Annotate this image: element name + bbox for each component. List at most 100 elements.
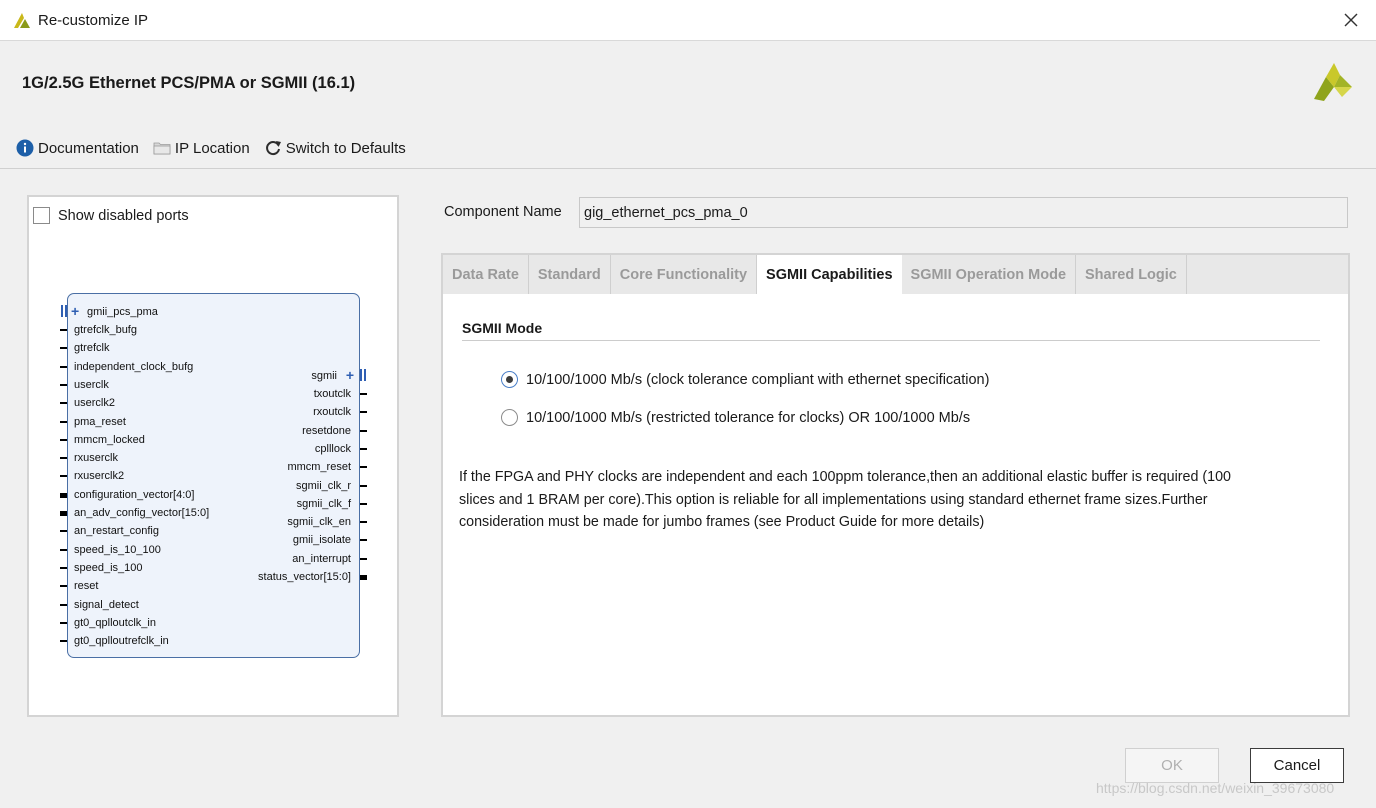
title-bar: Re-customize IP — [0, 0, 1376, 41]
radio-compliant-label: 10/100/1000 Mb/s (clock tolerance compli… — [526, 371, 990, 388]
port-pin — [60, 457, 67, 460]
ip-symbol-block: + gmii_pcs_pma gtrefclk_bufg gtrefclk indepe… — [60, 293, 367, 658]
port-pin — [60, 621, 67, 624]
port-label: gtrefclk — [74, 342, 110, 355]
tab-core-functionality[interactable]: Core Functionality — [611, 255, 758, 294]
port-pin — [60, 511, 67, 516]
documentation-button[interactable]: Documentation — [16, 139, 139, 157]
xilinx-brand-icon — [1314, 63, 1352, 101]
configuration-tabs: Data Rate Standard Core Functionality SG… — [441, 253, 1350, 717]
port-label: txoutclk — [313, 388, 351, 400]
port-pin — [60, 603, 67, 606]
port-label: signal_detect — [74, 598, 139, 611]
header-divider — [0, 168, 1376, 169]
port-label: speed_is_100 — [74, 561, 143, 574]
interface-bus-marker — [360, 369, 362, 381]
sgmii-capabilities-content: SGMII Mode 10/100/1000 Mb/s (clock toler… — [443, 294, 1348, 715]
port-pin — [360, 393, 367, 395]
port-pin — [60, 383, 67, 386]
radio-compliant[interactable] — [501, 371, 518, 388]
documentation-label: Documentation — [38, 139, 139, 157]
interface-port-label: gmii_pcs_pma — [87, 306, 158, 318]
tab-sgmii-operation-mode[interactable]: SGMII Operation Mode — [902, 255, 1077, 294]
port-label: an_interrupt — [292, 552, 351, 565]
port-label: reset — [74, 580, 99, 593]
section-divider — [462, 340, 1320, 341]
interface-bus-marker — [61, 305, 63, 317]
folder-icon — [153, 142, 171, 155]
component-name-label: Component Name — [444, 204, 562, 220]
expand-interface-icon[interactable]: + — [71, 304, 79, 318]
dialog-header: 1G/2.5G Ethernet PCS/PMA or SGMII (16.1)… — [0, 41, 1376, 168]
port-pin — [360, 447, 367, 450]
interface-bus-marker — [364, 369, 366, 381]
info-icon — [16, 139, 34, 157]
port-pin — [60, 566, 67, 569]
switch-to-defaults-button[interactable]: Switch to Defaults — [264, 139, 406, 157]
port-pin — [60, 402, 67, 405]
switch-to-defaults-label: Switch to Defaults — [285, 139, 406, 157]
tab-data-rate[interactable]: Data Rate — [443, 255, 529, 294]
component-name-input[interactable] — [579, 197, 1348, 228]
sgmii-mode-description: If the FPGA and PHY clocks are independe… — [459, 469, 1232, 530]
watermark: https://blog.csdn.net/weixin_39673080 — [1096, 780, 1335, 796]
ip-location-button[interactable]: IP Location — [153, 139, 250, 157]
port-label: gt0_qplloutclk_in — [74, 616, 156, 629]
ip-symbol-panel: Show disabled ports + gmii_pcs_pmagtrefcl… — [27, 195, 399, 717]
port-pin — [360, 557, 367, 560]
show-disabled-ports-checkbox[interactable] — [33, 207, 50, 224]
port-pin — [60, 585, 67, 588]
tab-shared-logic[interactable]: Shared Logic — [1076, 255, 1187, 294]
port-pin — [60, 420, 67, 423]
window-title: Re-customize IP — [38, 12, 149, 29]
interface-bus-marker — [65, 305, 67, 317]
port-label: speed_is_10_100 — [74, 543, 161, 556]
port-label: pma_reset — [74, 415, 126, 428]
interface-port-label: sgmii — [311, 370, 337, 382]
port-pin — [60, 640, 67, 643]
port-pin — [360, 429, 367, 432]
port-pin — [60, 530, 67, 533]
port-pin — [60, 329, 67, 331]
port-label: an_adv_config_vector[15:0] — [74, 507, 210, 519]
port-pin — [60, 475, 67, 478]
expand-interface-icon[interactable]: + — [346, 368, 354, 382]
port-label: userclk2 — [74, 397, 115, 410]
sgmii-mode-heading: SGMII Mode — [462, 320, 543, 336]
sgmii-mode-option-compliant[interactable]: 10/100/1000 Mb/s (clock tolerance compli… — [501, 371, 989, 388]
port-pin — [60, 492, 67, 498]
port-label: gt0_qplloutrefclk_in — [74, 635, 169, 648]
port-pin — [60, 548, 67, 551]
radio-restricted-label: 10/100/1000 Mb/s (restricted tolerance f… — [526, 409, 971, 426]
tab-standard[interactable]: Standard — [529, 255, 611, 294]
port-pin — [360, 521, 367, 524]
ip-title: 1G/2.5G Ethernet PCS/PMA or SGMII (16.1) — [22, 74, 356, 92]
port-label: rxuserclk2 — [74, 470, 125, 483]
port-label: cplllock — [314, 442, 351, 455]
port-pin — [360, 502, 367, 505]
port-pin — [360, 539, 367, 542]
tab-strip: Data Rate Standard Core Functionality SG… — [443, 255, 1348, 294]
radio-restricted[interactable] — [501, 409, 518, 426]
port-pin — [60, 365, 67, 368]
ip-location-label: IP Location — [174, 139, 250, 157]
port-pin — [60, 438, 67, 441]
close-icon[interactable] — [1340, 9, 1362, 31]
show-disabled-ports-row[interactable]: Show disabled ports — [33, 207, 189, 224]
port-label: independent_clock_bufg — [74, 360, 194, 373]
port-pin — [360, 466, 367, 469]
port-label: mmcm_reset — [287, 461, 351, 474]
tab-sgmii-capabilities[interactable]: SGMII Capabilities — [757, 255, 902, 294]
port-pin — [360, 411, 367, 414]
sgmii-mode-option-restricted[interactable]: 10/100/1000 Mb/s (restricted tolerance f… — [501, 409, 970, 426]
port-label: mmcm_locked — [74, 433, 145, 446]
port-pin — [360, 575, 367, 580]
port-label: resetdone — [302, 424, 351, 437]
xilinx-logo-icon — [14, 13, 30, 28]
show-disabled-ports-label: Show disabled ports — [58, 207, 189, 224]
ok-button[interactable]: OK — [1125, 748, 1219, 783]
port-label: userclk — [74, 378, 109, 391]
cancel-button[interactable]: Cancel — [1250, 748, 1344, 783]
toolbar: Documentation IP Location Switch to Defa… — [16, 138, 420, 158]
port-label: configuration_vector[4:0] — [74, 488, 195, 501]
